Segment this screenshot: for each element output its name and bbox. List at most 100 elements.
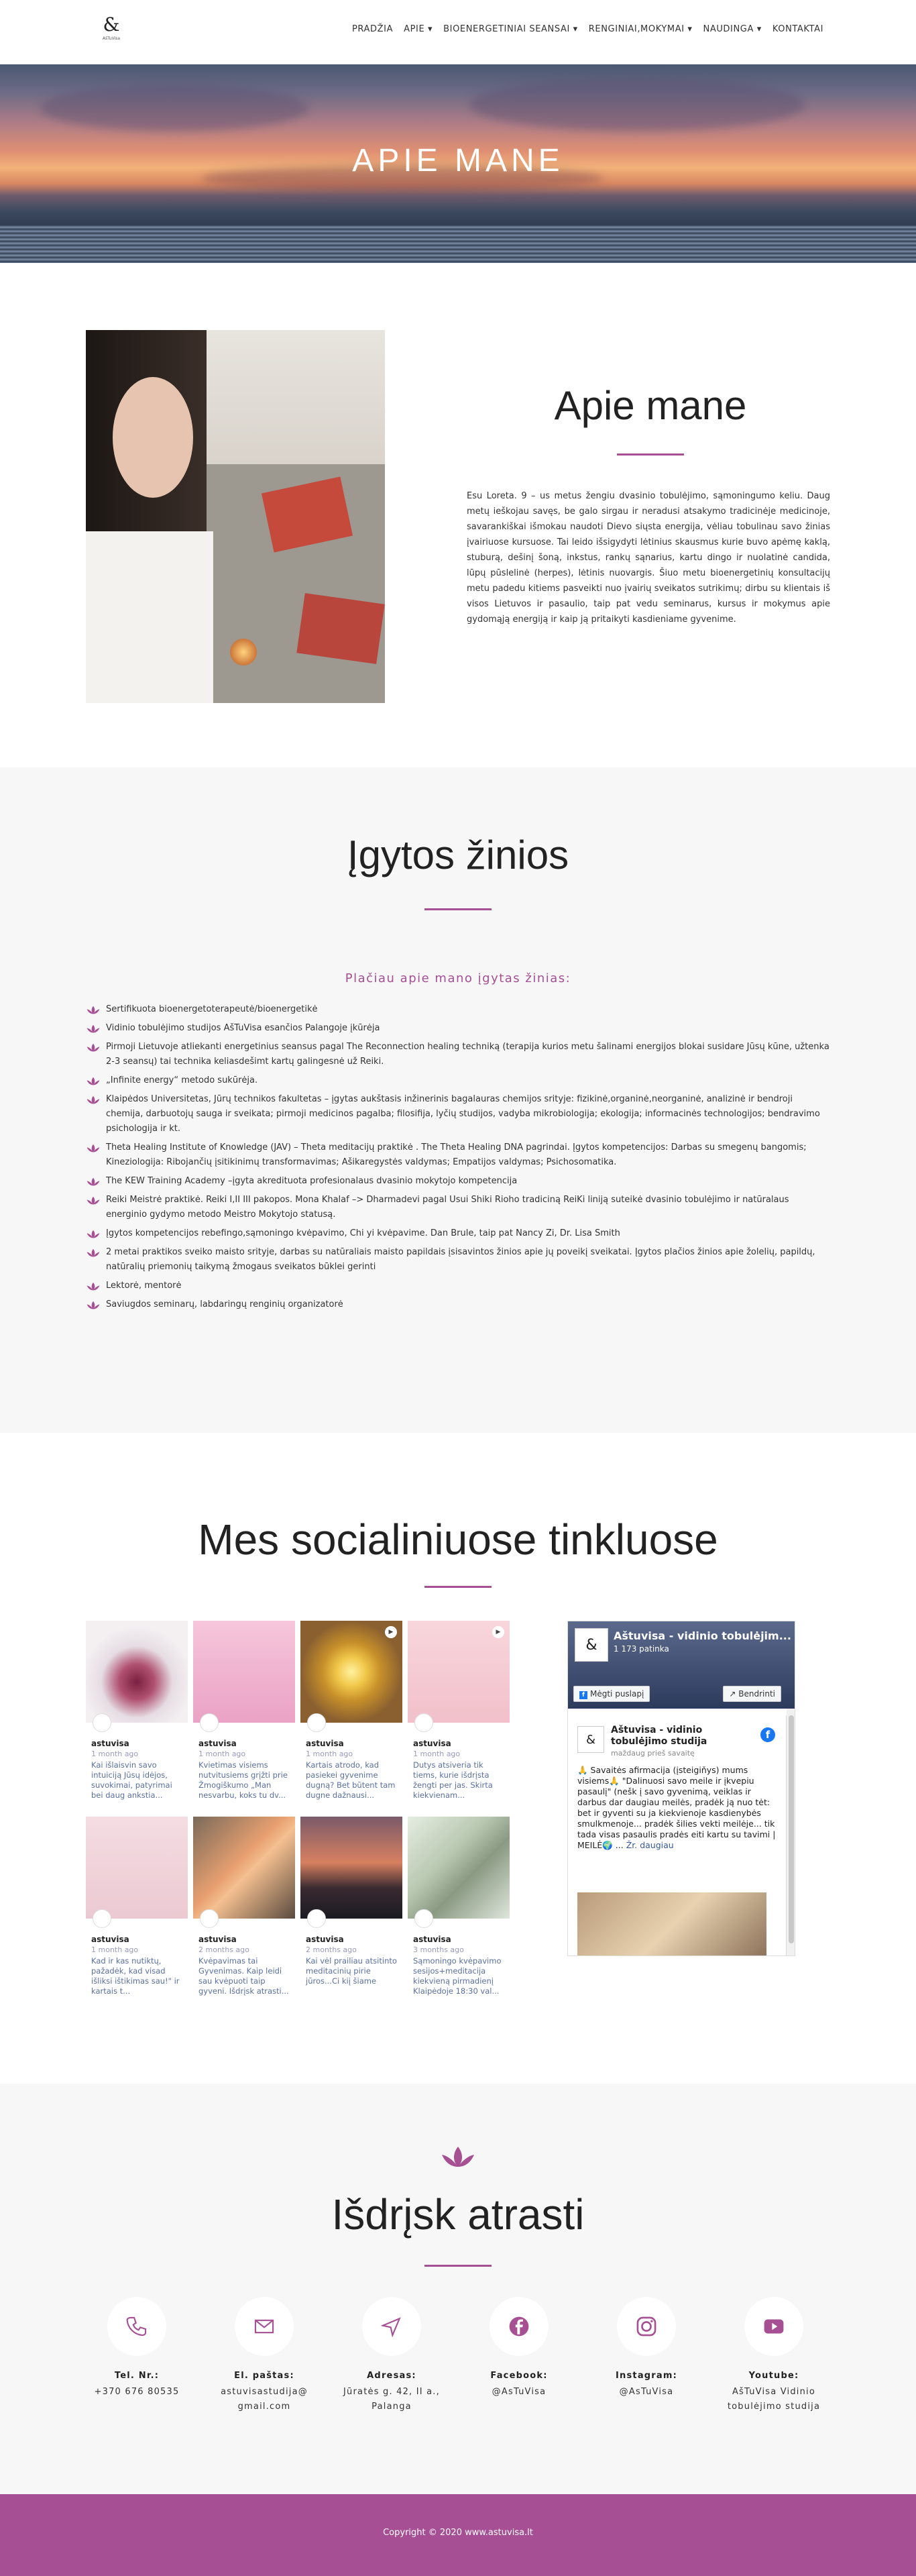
avatar[interactable] bbox=[200, 1713, 219, 1732]
contact-icon-circle[interactable] bbox=[617, 2297, 676, 2356]
fb-post-image[interactable] bbox=[577, 1892, 766, 1955]
instagram-post-image[interactable] bbox=[193, 1817, 295, 1919]
fb-post-time[interactable]: maždaug prieš savaitę bbox=[611, 1749, 695, 1758]
contact-value[interactable]: astuvisastudija@ gmail.com bbox=[213, 2385, 315, 2414]
instagram-username[interactable]: astuvisa bbox=[413, 1739, 451, 1748]
lotus-icon bbox=[87, 1196, 100, 1205]
fb-post-author[interactable]: Aštuvisa - vidinio tobulėjimo studija bbox=[611, 1725, 745, 1748]
lotus-icon bbox=[87, 1006, 100, 1014]
hero-title: APIE MANE bbox=[352, 143, 564, 178]
instagram-post[interactable]: ▶ astuvisa 1 month ago Dutys atsiveria tik … bbox=[408, 1621, 510, 1807]
contact-icon-circle[interactable] bbox=[107, 2297, 166, 2356]
instagram-post[interactable]: astuvisa 3 months ago Sąmoningo kvėpavimo … bbox=[408, 1817, 510, 2003]
instagram-post-image[interactable]: ▶ bbox=[300, 1621, 402, 1723]
contact-value[interactable]: +370 676 80535 bbox=[86, 2385, 188, 2400]
knowledge-item: The KEW Training Academy –įgyta akreditu… bbox=[86, 1174, 830, 1189]
instagram-username[interactable]: astuvisa bbox=[306, 1739, 344, 1748]
lotus-icon bbox=[87, 1248, 100, 1257]
instagram-username[interactable]: astuvisa bbox=[198, 1739, 237, 1748]
instagram-username[interactable]: astuvisa bbox=[91, 1739, 129, 1748]
fb-page-logo[interactable]: & bbox=[575, 1628, 608, 1662]
mail-icon bbox=[254, 2319, 274, 2334]
fb-share-button[interactable]: ↗ Bendrinti bbox=[723, 1686, 781, 1702]
avatar[interactable] bbox=[93, 1713, 111, 1732]
instagram-post-time: 1 month ago bbox=[306, 1750, 353, 1758]
nav-item-naudinga[interactable]: NAUDINGA ▾ bbox=[703, 24, 762, 34]
hero-sea bbox=[0, 225, 916, 263]
instagram-post[interactable]: astuvisa 1 month ago Kad ir kas nutiktų, p… bbox=[86, 1817, 188, 2003]
contact-icon-circle[interactable] bbox=[490, 2297, 549, 2356]
instagram-username[interactable]: astuvisa bbox=[306, 1935, 344, 1944]
contact-value[interactable]: AšTuVisa Vidinio tobulėjimo studija bbox=[723, 2385, 825, 2414]
instagram-post[interactable]: astuvisa 2 months ago Kvėpavimas tai Gyven… bbox=[193, 1817, 295, 2003]
knowledge-item: Vidinio tobulėjimo studijos AšTuVisa esa… bbox=[86, 1021, 830, 1036]
avatar[interactable] bbox=[307, 1909, 326, 1928]
instagram-post-caption[interactable]: Kai išlaisvin savo intuiciją Jūsų idėjos… bbox=[91, 1760, 184, 1801]
fb-scrollbar[interactable] bbox=[787, 1709, 795, 1955]
footer-copyright: Copyright © 2020 www.astuvisa.lt bbox=[383, 2528, 533, 2538]
fb-cover: & Aštuvisa - vidinio tobulėjim... 1 173 … bbox=[568, 1621, 795, 1709]
knowledge-item: Įgytos kompetencijos rebefingo,sąmoningo… bbox=[86, 1226, 830, 1241]
lotus-icon bbox=[87, 1177, 100, 1186]
instagram-post-image[interactable] bbox=[193, 1621, 295, 1723]
site-logo[interactable]: & AšTuVisa bbox=[84, 13, 138, 51]
contact-value[interactable]: Jūratės g. 42, II a., Palanga bbox=[341, 2385, 443, 2414]
contact-icon-circle[interactable] bbox=[362, 2297, 421, 2356]
instagram-post-caption[interactable]: Kai vėl prailiau atsitinto meditacinių p… bbox=[306, 1956, 398, 1986]
avatar[interactable] bbox=[414, 1909, 433, 1928]
knowledge-item-text: Lektorė, mentorė bbox=[106, 1281, 182, 1291]
contact-icon-circle[interactable] bbox=[744, 2297, 803, 2356]
nav-item-renginiai[interactable]: RENGINIAI,MOKYMAI ▾ bbox=[589, 24, 693, 34]
instagram-post-caption[interactable]: Kad ir kas nutiktų, pažadėk, kad visad i… bbox=[91, 1956, 184, 1996]
title-underline bbox=[424, 1586, 492, 1588]
knowledge-item-text: The KEW Training Academy –įgyta akreditu… bbox=[106, 1176, 518, 1186]
instagram-post-caption[interactable]: Kvietimas visiems nutvitusiems grįžti pr… bbox=[198, 1760, 291, 1801]
avatar[interactable] bbox=[307, 1713, 326, 1732]
lotus-icon bbox=[87, 1095, 100, 1104]
fb-page-name[interactable]: Aštuvisa - vidinio tobulėjim... bbox=[614, 1629, 791, 1642]
instagram-post-caption[interactable]: Sąmoningo kvėpavimo sesijos+meditacija k… bbox=[413, 1956, 506, 1996]
instagram-post[interactable]: astuvisa 1 month ago Kvietimas visiems nut… bbox=[193, 1621, 295, 1807]
instagram-post-caption[interactable]: Kartais atrodo, kad pasiekei gyvenime du… bbox=[306, 1760, 398, 1801]
title-underline bbox=[617, 453, 684, 455]
fb-see-more-link[interactable]: Žr. daugiau bbox=[626, 1840, 674, 1850]
avatar[interactable] bbox=[200, 1909, 219, 1928]
instagram-post-time: 2 months ago bbox=[306, 1945, 357, 1954]
nav-item-apie[interactable]: APIE ▾ bbox=[404, 24, 433, 34]
title-underline bbox=[424, 2265, 492, 2267]
avatar[interactable] bbox=[93, 1909, 111, 1928]
contact-value[interactable]: @AsTuVisa bbox=[468, 2385, 570, 2400]
fb-post-avatar[interactable]: & bbox=[577, 1726, 604, 1753]
instagram-post[interactable]: astuvisa 2 months ago Kai vėl prailiau ats… bbox=[300, 1817, 402, 2003]
avatar[interactable] bbox=[414, 1713, 433, 1732]
instagram-post-image[interactable] bbox=[86, 1621, 188, 1723]
instagram-post-image[interactable] bbox=[408, 1817, 510, 1919]
contact-value[interactable]: @AsTuVisa bbox=[595, 2385, 697, 2400]
instagram-post[interactable]: astuvisa 1 month ago Kai išlaisvin savo in… bbox=[86, 1621, 188, 1807]
instagram-post-caption[interactable]: Kvėpavimas tai Gyvenimas. Kaip leidi sau… bbox=[198, 1956, 291, 1996]
nav-item-kontaktai[interactable]: KONTAKTAI bbox=[772, 24, 823, 34]
knowledge-item: 2 metai praktikos sveiko maisto srityje,… bbox=[86, 1245, 830, 1275]
instagram-username[interactable]: astuvisa bbox=[413, 1935, 451, 1944]
instagram-post-caption[interactable]: Dutys atsiveria tik tiems, kurie išdrįst… bbox=[413, 1760, 506, 1801]
fb-like-button[interactable]: f Mėgti puslapį bbox=[573, 1686, 650, 1702]
contact-label: Adresas: bbox=[367, 2371, 416, 2381]
contact-icon-circle[interactable] bbox=[235, 2297, 294, 2356]
instagram-post-image[interactable] bbox=[300, 1817, 402, 1919]
nav-item-pradzia[interactable]: PRADŽIA bbox=[352, 24, 393, 34]
instagram-username[interactable]: astuvisa bbox=[91, 1935, 129, 1944]
facebook-icon[interactable]: f bbox=[760, 1727, 775, 1742]
contact-item: El. paštas: astuvisastudija@ gmail.com bbox=[213, 2297, 315, 2414]
fb-scrollbar-thumb[interactable] bbox=[789, 1715, 794, 1943]
title-underline bbox=[424, 908, 492, 910]
fb-post-text: 🙏 Savaitės afirmacija (įsteigiňys) mums … bbox=[577, 1765, 776, 1851]
knowledge-list: Sertifikuota bioenergetoterapeutė/bioene… bbox=[86, 1002, 830, 1316]
instagram-post-image[interactable]: ▶ bbox=[408, 1621, 510, 1723]
logo-mark: & bbox=[103, 13, 120, 36]
instagram-username[interactable]: astuvisa bbox=[198, 1935, 237, 1944]
knowledge-item-text: Vidinio tobulėjimo studijos AšTuVisa esa… bbox=[106, 1023, 380, 1033]
video-icon: ▶ bbox=[385, 1626, 397, 1638]
instagram-post-image[interactable] bbox=[86, 1817, 188, 1919]
instagram-post[interactable]: ▶ astuvisa 1 month ago Kartais atrodo, kad … bbox=[300, 1621, 402, 1807]
nav-item-seansai[interactable]: BIOENERGETINIAI SEANSAI ▾ bbox=[443, 24, 578, 34]
